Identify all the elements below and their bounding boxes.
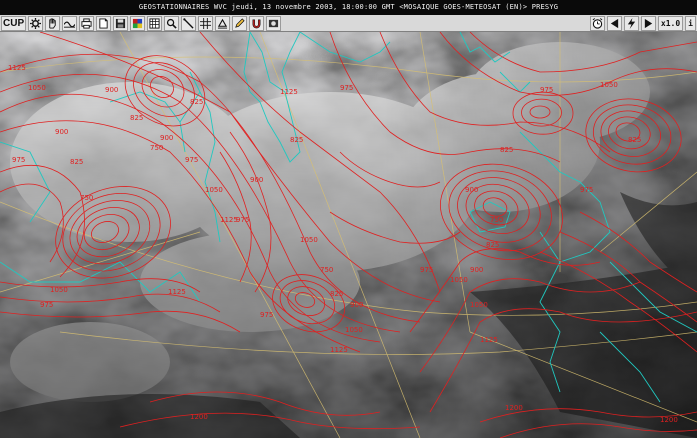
window-title: GEOSTATIONNAIRES WVC jeudi, 13 novembre … (0, 0, 697, 15)
contour-label: 750 (490, 216, 503, 224)
contour-label: 1125 (8, 64, 26, 72)
contour-label: 900 (55, 128, 68, 136)
contour-label: 750 (320, 266, 333, 274)
wave-button[interactable] (62, 16, 78, 31)
page-icon (98, 18, 109, 29)
contour-label: 900 (465, 186, 478, 194)
contour-label: 975 (260, 311, 273, 319)
contour-label: 1125 (480, 336, 498, 344)
contour-label: 825 (190, 98, 203, 106)
contour-label: 825 (330, 290, 343, 298)
hand-icon (47, 18, 58, 29)
contour-label: 900 (250, 176, 263, 184)
triangle-left-icon (609, 18, 620, 29)
lightning-icon (626, 18, 637, 29)
printer-icon (81, 18, 92, 29)
contour-label: 900 (105, 86, 118, 94)
info-button-label: i (688, 19, 693, 28)
contour-label: 1050 (600, 81, 618, 89)
triangle-right-icon (643, 18, 654, 29)
contour-label: 900 (470, 266, 483, 274)
next-frame-button[interactable] (640, 16, 656, 31)
frame-step-button[interactable]: x1.0 (657, 16, 684, 31)
contour-label: 975 (540, 86, 553, 94)
gear-icon (30, 18, 42, 29)
magnifier-icon (166, 18, 177, 29)
prev-frame-button[interactable] (606, 16, 622, 31)
contour-label: 825 (130, 114, 143, 122)
contour-label: 975 (12, 156, 25, 164)
contour-label: 1125 (280, 88, 298, 96)
toolbar-left-group: CUP (0, 15, 282, 32)
contour-label: 1050 (300, 236, 318, 244)
contour-label: 750 (80, 194, 93, 202)
print-button[interactable] (79, 16, 95, 31)
clock-icon (592, 18, 603, 29)
layers-button[interactable] (147, 16, 163, 31)
cup-button[interactable]: CUP (1, 16, 27, 31)
contour-label: 825 (290, 136, 303, 144)
contour-label: 825 (628, 136, 641, 144)
grid-button[interactable] (198, 16, 214, 31)
contour-label: 825 (486, 241, 499, 249)
loop-button[interactable] (623, 16, 639, 31)
film-icon (268, 18, 279, 29)
contour-label: 1200 (190, 413, 208, 421)
save-button[interactable] (113, 16, 129, 31)
contour-label: 975 (340, 84, 353, 92)
line-icon (183, 18, 194, 29)
floppy-icon (115, 18, 126, 29)
palette-icon (132, 18, 143, 29)
contour-label: 975 (40, 301, 53, 309)
contour-label: 1200 (505, 404, 523, 412)
contour-label: 1125 (168, 288, 186, 296)
rotate-button[interactable] (215, 16, 231, 31)
zoom-button[interactable] (164, 16, 180, 31)
contour-label: 1050 (50, 286, 68, 294)
magnet-button[interactable] (249, 16, 265, 31)
contour-label: 1050 (450, 276, 468, 284)
contour-label: 975 (580, 186, 593, 194)
wave-icon (64, 18, 76, 29)
contour-label: 1050 (345, 326, 363, 334)
contour-label: 975 (185, 156, 198, 164)
cup-button-label: CUP (3, 18, 25, 29)
contour-label: 975 (420, 266, 433, 274)
animate-button[interactable] (266, 16, 282, 31)
contour-label: 900 (160, 134, 173, 142)
layers-icon (149, 18, 160, 29)
contour-label: 1050 (28, 84, 46, 92)
satellite-map-view[interactable]: 1125 1050 975 900 825 750 975 1050 1125 900 825 750… (0, 32, 697, 438)
weather-viewer-window: GEOSTATIONNAIRES WVC jeudi, 13 novembre … (0, 0, 697, 438)
contour-label: 825 (500, 146, 513, 154)
clock-button[interactable] (589, 16, 605, 31)
gear-button[interactable] (28, 16, 44, 31)
contour-label: 975 (236, 216, 249, 224)
magnet-icon (251, 18, 262, 29)
contour-label: 900 (350, 301, 363, 309)
grid-icon (200, 18, 212, 29)
pencil-button[interactable] (232, 16, 248, 31)
toolbar: CUP x1.0 i (0, 15, 697, 32)
info-button[interactable]: i (685, 16, 696, 31)
page-button[interactable] (96, 16, 112, 31)
contour-label: 1200 (660, 416, 678, 424)
palette-button[interactable] (130, 16, 146, 31)
contour-label: 1050 (205, 186, 223, 194)
rotate-icon (217, 18, 228, 29)
frame-step-button-label: x1.0 (660, 19, 681, 28)
contour-label: 1050 (470, 301, 488, 309)
pencil-icon (234, 18, 245, 29)
contour-label: 750 (150, 144, 163, 152)
hand-button[interactable] (45, 16, 61, 31)
contour-label: 825 (70, 158, 83, 166)
draw-line-button[interactable] (181, 16, 197, 31)
toolbar-right-group: x1.0 i (589, 15, 697, 32)
contour-label: 1125 (330, 346, 348, 354)
